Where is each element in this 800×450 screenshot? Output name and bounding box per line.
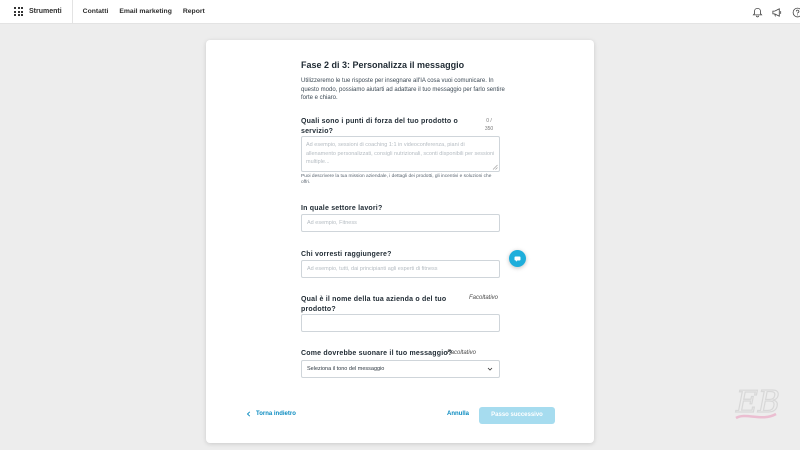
tone-select[interactable]: Seleziona il tono del messaggio [301, 360, 500, 378]
top-right-icons [744, 0, 800, 24]
tone-label: Come dovrebbe suonare il tuo messaggio? [301, 350, 453, 357]
help-icon[interactable] [790, 5, 800, 19]
company-label: Qual è il nome della tua azienda o del t… [301, 296, 447, 313]
chat-assistant-button[interactable] [509, 250, 526, 267]
apps-label: Strumenti [29, 8, 62, 15]
tone-optional-tag: Facoltativo [447, 350, 477, 356]
back-button-label: Torna indietro [256, 411, 296, 417]
megaphone-icon[interactable] [770, 5, 784, 19]
tone-selected-value: Seleziona il tono del messaggio [307, 366, 385, 372]
nav-report[interactable]: Report [183, 8, 205, 15]
form-card: Fase 2 di 3: Personalizza il messaggio U… [206, 40, 594, 443]
company-optional-tag: Facoltativo [469, 295, 499, 301]
sector-placeholder: Ad esempio, Fitness [307, 220, 357, 226]
svg-text:EB: EB [735, 385, 780, 420]
cancel-button[interactable]: Annulla [447, 411, 469, 417]
strengths-label: Quali sono i punti di forza del tuo prod… [301, 118, 458, 135]
watermark-logo: EB [734, 384, 780, 420]
nav-email-marketing[interactable]: Email marketing [119, 8, 172, 15]
chat-bubble-icon [514, 256, 521, 262]
audience-label: Chi vorresti raggiungere? [301, 251, 392, 258]
apps-menu[interactable]: Strumenti [0, 0, 73, 24]
back-button[interactable]: Torna indietro [246, 411, 296, 417]
intro-text: Utilizzeremo le tue risposte per insegna… [301, 78, 505, 101]
chevron-down-icon [487, 367, 493, 371]
sector-label: In quale settore lavori? [301, 205, 383, 212]
top-bar: Strumenti Contatti Email marketing Repor… [0, 0, 800, 24]
strengths-placeholder: Ad esempio, sessioni di coaching 1:1 in … [306, 142, 495, 165]
audience-input[interactable]: Ad esempio, tutti, dai principianti agli… [301, 260, 500, 278]
resize-handle-icon[interactable] [492, 164, 498, 170]
strengths-textarea[interactable]: Ad esempio, sessioni di coaching 1:1 in … [301, 136, 500, 172]
page-title: Fase 2 di 3: Personalizza il messaggio [301, 60, 465, 70]
next-step-button[interactable]: Passo successivo [479, 407, 555, 424]
chevron-left-icon [246, 411, 251, 417]
grid-icon [14, 7, 23, 16]
audience-placeholder: Ad esempio, tutti, dai principianti agli… [307, 266, 438, 272]
company-input[interactable] [301, 314, 500, 332]
main-nav: Contatti Email marketing Report [83, 8, 216, 15]
nav-contatti[interactable]: Contatti [83, 8, 109, 15]
strengths-hint: Puoi descrivere la tua mission aziendale… [301, 174, 492, 185]
sector-input[interactable]: Ad esempio, Fitness [301, 214, 500, 232]
bell-icon[interactable] [750, 5, 764, 19]
character-counter: 0 / 350 [484, 118, 494, 132]
